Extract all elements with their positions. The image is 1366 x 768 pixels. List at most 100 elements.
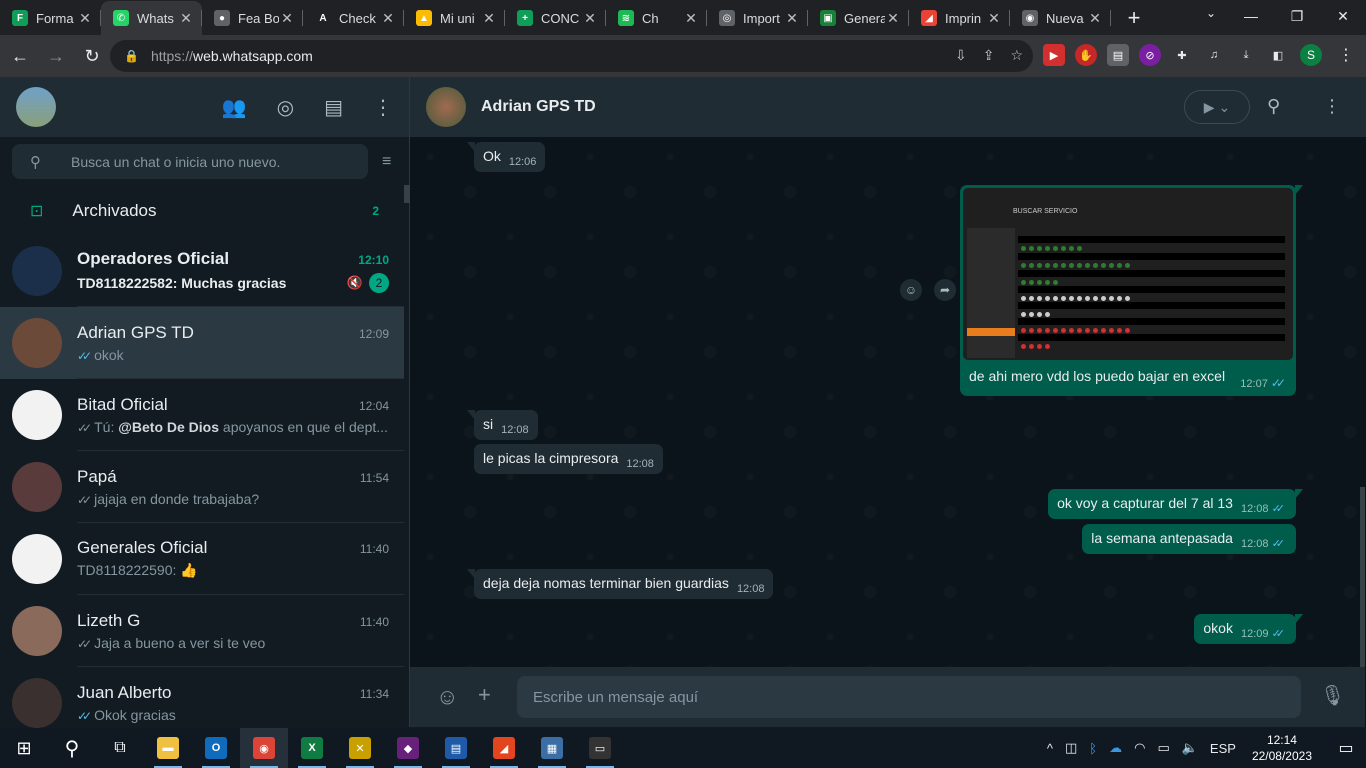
microphone-icon[interactable]: 🎙 bbox=[1320, 683, 1345, 708]
extension-print-icon[interactable]: ▤ bbox=[1107, 44, 1129, 66]
browser-tab[interactable]: ✆ Whats ✕ bbox=[101, 1, 202, 35]
my-avatar[interactable] bbox=[16, 87, 56, 127]
message-out[interactable]: la semana antepasada 12:08 ✓✓ bbox=[1082, 524, 1296, 554]
minimize-icon[interactable]: — bbox=[1228, 0, 1274, 32]
notifications-icon[interactable]: ▭ bbox=[1326, 738, 1366, 758]
emoji-icon[interactable]: ☺ bbox=[436, 684, 458, 710]
chat-list-item[interactable]: Papá 11:54 ✓✓ jajaja en donde trabajaba? bbox=[0, 451, 404, 523]
browser-menu-icon[interactable]: ⋮ bbox=[1338, 45, 1354, 65]
language-indicator[interactable]: ESP bbox=[1210, 741, 1236, 756]
tab-close-icon[interactable]: ✕ bbox=[279, 10, 295, 27]
restore-icon[interactable]: ❐ bbox=[1274, 0, 1320, 32]
message-in[interactable]: deja deja nomas terminar bien guardias 12… bbox=[466, 569, 774, 599]
media-control-icon[interactable]: ♫ bbox=[1203, 44, 1225, 66]
share-icon[interactable]: ⇪ bbox=[983, 47, 995, 64]
screenshot-image[interactable]: BUSCAR SERVICIO bbox=[963, 188, 1293, 360]
conversation-scrollbar[interactable] bbox=[1360, 487, 1365, 667]
contact-avatar[interactable] bbox=[426, 87, 466, 127]
tab-close-icon[interactable]: ✕ bbox=[481, 10, 497, 27]
attach-plus-icon[interactable]: + bbox=[478, 682, 491, 708]
browser-tab[interactable]: F Forma ✕ bbox=[0, 1, 101, 35]
conversation-menu-icon[interactable]: ⋮ bbox=[1323, 96, 1341, 117]
volume-icon[interactable]: 🔈 bbox=[1182, 740, 1198, 756]
browser-tab[interactable]: ≋ Ch ✕ bbox=[606, 1, 707, 35]
side-panel-icon[interactable]: ◧ bbox=[1267, 44, 1289, 66]
taskbar-app-outlook[interactable]: O bbox=[192, 728, 240, 768]
tab-close-icon[interactable]: ✕ bbox=[683, 10, 699, 27]
bluetooth-icon[interactable]: ᛒ bbox=[1089, 741, 1097, 756]
browser-tab[interactable]: ◢ Imprin ✕ bbox=[909, 1, 1010, 35]
taskbar-app-bitad[interactable]: ▭ bbox=[576, 728, 624, 768]
taskbar-app-pdf[interactable]: ◢ bbox=[480, 728, 528, 768]
forward-icon[interactable]: ➦ bbox=[934, 279, 956, 301]
status-icon[interactable]: ◎ bbox=[277, 95, 294, 120]
sidebar-menu-icon[interactable]: ⋮ bbox=[373, 95, 393, 120]
communities-icon[interactable]: 👥 bbox=[222, 95, 247, 120]
taskbar-app-excel[interactable]: X bbox=[288, 728, 336, 768]
chat-search-input[interactable]: ⚲ Busca un chat o inicia uno nuevo. bbox=[12, 144, 368, 179]
clock[interactable]: 12:14 22/08/2023 bbox=[1252, 732, 1312, 764]
bookmark-star-icon[interactable]: ☆ bbox=[1010, 47, 1023, 64]
browser-tab[interactable]: ◎ Import ✕ bbox=[707, 1, 808, 35]
message-out[interactable]: okok 12:09 ✓✓ bbox=[1194, 614, 1303, 644]
show-hidden-icons-icon[interactable]: ^ bbox=[1047, 741, 1053, 756]
taskbar-app-app-window[interactable]: ▤ bbox=[432, 728, 480, 768]
browser-tab[interactable]: ◉ Nueva ✕ bbox=[1010, 1, 1111, 35]
camera-icon[interactable]: ◫ bbox=[1065, 740, 1077, 756]
tab-close-icon[interactable]: ✕ bbox=[885, 10, 901, 27]
lock-icon[interactable]: 🔒 bbox=[124, 49, 139, 63]
tab-search-icon[interactable]: ⌄ bbox=[1206, 6, 1216, 20]
reload-icon[interactable]: ↻ bbox=[76, 40, 108, 72]
extension-purple-icon[interactable]: ⊘ bbox=[1139, 44, 1161, 66]
conversation-search-icon[interactable]: ⚲ bbox=[1267, 96, 1280, 117]
battery-icon[interactable]: ▭ bbox=[1157, 740, 1169, 756]
taskbar-app-file-explorer[interactable]: ▬ bbox=[144, 728, 192, 768]
chat-list-item[interactable]: Adrian GPS TD 12:09 ✓✓ okok bbox=[0, 307, 404, 379]
wifi-icon[interactable]: ◠ bbox=[1134, 740, 1145, 756]
image-message-out[interactable]: BUSCAR SERVICIO de ahi mero vdd los pued… bbox=[960, 185, 1303, 396]
taskbar-search-button[interactable]: ⚲ bbox=[48, 728, 96, 768]
message-in[interactable]: le picas la cimpresora 12:08 bbox=[474, 444, 663, 474]
tab-close-icon[interactable]: ✕ bbox=[784, 10, 800, 27]
browser-tab[interactable]: A Check ✕ bbox=[303, 1, 404, 35]
extension-red-icon[interactable]: ▶ bbox=[1043, 44, 1065, 66]
install-app-icon[interactable]: ⇩ bbox=[955, 47, 967, 64]
taskbar-app-chrome[interactable]: ◉ bbox=[240, 728, 288, 768]
browser-tab[interactable]: ▲ Mi uni ✕ bbox=[404, 1, 505, 35]
browser-tab[interactable]: ▣ Genera ✕ bbox=[808, 1, 909, 35]
message-in[interactable]: si 12:08 bbox=[467, 410, 538, 440]
downloads-icon[interactable]: ⤓ bbox=[1235, 44, 1257, 66]
back-icon[interactable]: ← bbox=[4, 40, 36, 72]
tab-close-icon[interactable]: ✕ bbox=[77, 10, 93, 27]
tab-close-icon[interactable]: ✕ bbox=[582, 10, 598, 27]
task-view-button[interactable]: ⧉ bbox=[96, 728, 144, 768]
message-input[interactable]: Escribe un mensaje aquí bbox=[517, 676, 1301, 718]
react-emoji-icon[interactable]: ☺ bbox=[900, 279, 922, 301]
message-out[interactable]: ok voy a capturar del 7 al 13 12:08 ✓✓ bbox=[1048, 489, 1303, 519]
chat-list-item[interactable]: Generales Oficial 11:40 TD8118222590: 👍 bbox=[0, 523, 404, 595]
video-call-button[interactable]: ▶ ⌄ bbox=[1184, 90, 1250, 124]
message-in[interactable]: Ok 12:06 bbox=[466, 142, 546, 172]
filter-icon[interactable]: ≡ bbox=[382, 153, 391, 171]
chat-list-item[interactable]: Operadores Oficial 12:10 TD8118222582: Muc… bbox=[0, 235, 404, 307]
new-tab-button[interactable]: + bbox=[1117, 1, 1151, 35]
tab-close-icon[interactable]: ✕ bbox=[1087, 10, 1103, 27]
tab-close-icon[interactable]: ✕ bbox=[986, 10, 1002, 27]
close-window-icon[interactable]: ✕ bbox=[1320, 0, 1366, 32]
start-button[interactable]: ⊞ bbox=[0, 728, 48, 768]
extension-adblock-icon[interactable]: ✋ bbox=[1075, 44, 1097, 66]
tab-close-icon[interactable]: ✕ bbox=[178, 10, 194, 27]
chat-list-item[interactable]: Bitad Oficial 12:04 ✓✓ Tú: @Beto De Dios ap… bbox=[0, 379, 404, 451]
taskbar-app-visual-studio[interactable]: ◆ bbox=[384, 728, 432, 768]
extensions-puzzle-icon[interactable]: ✚ bbox=[1171, 44, 1193, 66]
tab-close-icon[interactable]: ✕ bbox=[380, 10, 396, 27]
taskbar-app-tool[interactable]: ✕ bbox=[336, 728, 384, 768]
new-chat-icon[interactable]: ▤ bbox=[324, 95, 343, 120]
browser-tab[interactable]: + CONC ✕ bbox=[505, 1, 606, 35]
profile-avatar[interactable]: S bbox=[1300, 44, 1322, 66]
archived-row[interactable]: ⊡ Archivados 2 bbox=[0, 186, 409, 235]
browser-tab[interactable]: ● Fea Bo ✕ bbox=[202, 1, 303, 35]
forward-icon[interactable]: → bbox=[40, 40, 72, 72]
onedrive-icon[interactable]: ☁ bbox=[1109, 740, 1122, 756]
address-bar[interactable]: 🔒 https://web.whatsapp.com ⇩ ⇪ ☆ bbox=[110, 40, 1033, 72]
